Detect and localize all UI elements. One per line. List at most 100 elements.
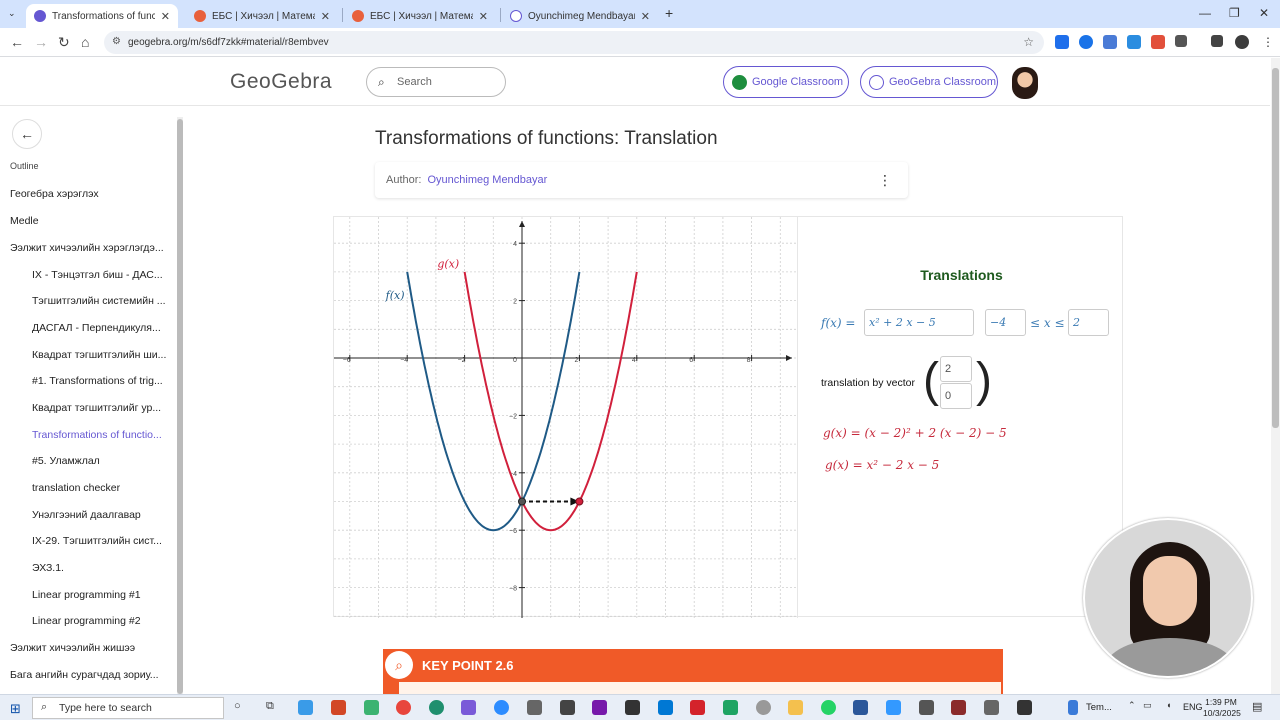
app-icon[interactable]: [527, 700, 542, 715]
windows-start-icon[interactable]: ⊞: [10, 701, 21, 717]
download-icon[interactable]: [1211, 35, 1223, 47]
minimize-button[interactable]: —: [1199, 6, 1211, 20]
extension-icon[interactable]: [1151, 35, 1165, 49]
tab-resources[interactable]: Oyunchimeg Mendbayar – Reso ✕: [502, 4, 658, 28]
google-classroom-button[interactable]: Google Classroom: [723, 66, 849, 98]
onenote-icon[interactable]: [592, 700, 607, 715]
extension-icon[interactable]: [1079, 35, 1093, 49]
tab-search-button[interactable]: ⌄: [8, 8, 16, 19]
more-options-icon[interactable]: ⋮: [878, 172, 892, 189]
domain-min-input[interactable]: −4: [985, 309, 1026, 336]
site-info-icon[interactable]: ⚙: [112, 36, 121, 47]
close-window-button[interactable]: ✕: [1259, 6, 1269, 20]
extension-icon[interactable]: [1127, 35, 1141, 49]
settings-icon[interactable]: [756, 700, 771, 715]
bookmark-star-icon[interactable]: ☆: [1023, 35, 1034, 49]
app-icon[interactable]: [886, 700, 901, 715]
edge-icon[interactable]: [429, 700, 444, 715]
outlook-icon[interactable]: [658, 700, 673, 715]
point-a[interactable]: [518, 497, 526, 506]
tab-ebs-1[interactable]: ЕБС | Хичээл | Математик 10 | ✕: [186, 4, 338, 28]
app-icon[interactable]: [919, 700, 934, 715]
search-input[interactable]: ⌕ Search: [366, 67, 506, 97]
page-scrollbar-thumb[interactable]: [1272, 68, 1279, 428]
author-link[interactable]: Oyunchimeg Mendbayar: [427, 174, 547, 186]
task-view-icon[interactable]: ⧉: [266, 700, 274, 713]
geogebra-classroom-button[interactable]: GeoGebra Classroom: [860, 66, 998, 98]
chrome-icon[interactable]: [396, 700, 411, 715]
close-tab-icon[interactable]: ✕: [641, 10, 650, 23]
sidebar-item[interactable]: #5. Уламжлал: [32, 455, 168, 473]
sidebar-scrollbar-thumb[interactable]: [177, 119, 183, 694]
sidebar-item[interactable]: Medle: [10, 215, 168, 233]
close-tab-icon[interactable]: ✕: [321, 10, 330, 23]
sidebar-item[interactable]: Ээлжит хичээлийн хэрэглэгдэ...: [10, 242, 168, 260]
file-explorer-icon[interactable]: [788, 700, 803, 715]
sidebar-item[interactable]: #1. Transformations of trig...: [32, 375, 168, 393]
app-icon[interactable]: [625, 700, 640, 715]
sidebar-item[interactable]: Геогебра хэрэглэх: [10, 188, 168, 206]
domain-max-input[interactable]: 2: [1068, 309, 1109, 336]
sidebar-item[interactable]: IX - Тэнцэтгэл биш - ДАС...: [32, 269, 168, 287]
tab-geogebra[interactable]: Transformations of functions: T ✕: [26, 4, 178, 28]
camera-icon[interactable]: [984, 700, 999, 715]
sidebar-item[interactable]: Тэгшитгэлийн системийн ...: [32, 295, 168, 313]
app-icon[interactable]: [461, 700, 476, 715]
new-tab-button[interactable]: +: [665, 5, 673, 21]
close-tab-icon[interactable]: ✕: [479, 10, 488, 23]
vector-y-input[interactable]: 0: [940, 383, 972, 409]
sidebar-item[interactable]: Квадрат тэгшитгэлийн ши...: [32, 349, 168, 367]
profile-avatar[interactable]: [1235, 35, 1249, 49]
calculator-icon[interactable]: [560, 700, 575, 715]
clock[interactable]: 1:39 PM 10/3/2025: [1203, 697, 1241, 719]
browser-menu-icon[interactable]: ⋮: [1262, 35, 1274, 49]
forward-arrow-icon[interactable]: →: [34, 34, 48, 50]
vector-x-input[interactable]: 2: [940, 356, 972, 382]
url-field[interactable]: ⚙ geogebra.org/m/s6df7zkk#material/r8emb…: [104, 31, 1044, 54]
close-tab-icon[interactable]: ✕: [161, 10, 170, 23]
restore-button[interactable]: ❐: [1229, 6, 1240, 20]
sidebar-item[interactable]: Бага ангийн сурагчдад зориу...: [10, 669, 168, 687]
sidebar-item[interactable]: Linear programming #2: [32, 615, 168, 633]
tab-ebs-2[interactable]: ЕБС | Хичээл | Математик 10 | ✕: [344, 4, 496, 28]
network-icon[interactable]: ▭: [1143, 700, 1152, 711]
acrobat-icon[interactable]: [690, 700, 705, 715]
app-icon[interactable]: [951, 700, 966, 715]
weather-label[interactable]: Tem...: [1086, 702, 1112, 713]
sidebar-item[interactable]: Унэлгээний даалгавар: [32, 509, 168, 527]
volume-icon[interactable]: ◖: [1166, 700, 1171, 710]
geogebra-logo[interactable]: GeoGebra: [230, 70, 332, 94]
app-icon[interactable]: [364, 700, 379, 715]
sidebar-item[interactable]: Linear programming #1: [32, 589, 168, 607]
tray-chevron-icon[interactable]: ⌃: [1128, 700, 1136, 711]
word-icon[interactable]: [853, 700, 868, 715]
app-icon[interactable]: [1017, 700, 1032, 715]
extension-icon[interactable]: [1103, 35, 1117, 49]
f-expression-input[interactable]: x² + 2 x − 5: [864, 309, 974, 336]
sidebar-item[interactable]: Transformations of functio...: [32, 429, 168, 447]
app-icon[interactable]: [723, 700, 738, 715]
notifications-icon[interactable]: ▤: [1252, 700, 1262, 713]
sidebar-item[interactable]: IX-29. Тэгшитгэлийн сист...: [32, 535, 168, 553]
point-b[interactable]: [575, 497, 584, 506]
sidebar-item[interactable]: Ээлжит хичээлийн жишээ: [10, 642, 168, 660]
powerpoint-icon[interactable]: [331, 700, 346, 715]
sidebar-item[interactable]: Квадрат тэгшитгэлийг ур...: [32, 402, 168, 420]
zoom-icon[interactable]: [494, 700, 509, 715]
taskbar-search-input[interactable]: ⌕ Type here to search: [32, 697, 224, 719]
copilot-icon[interactable]: [298, 700, 313, 715]
home-icon[interactable]: ⌂: [81, 34, 89, 50]
extension-icon[interactable]: [1055, 35, 1069, 49]
geogebra-applet[interactable]: −6 −4 −2 0 2 4 6 8 4 2 −2 −4 −6 −8 f(x) g(x) Translatio…: [333, 216, 1123, 618]
back-button[interactable]: ←: [12, 119, 42, 149]
sidebar-item[interactable]: ДАСГАЛ - Перпендикуля...: [32, 322, 168, 340]
whatsapp-icon[interactable]: [821, 700, 836, 715]
back-arrow-icon[interactable]: ←: [10, 34, 24, 50]
cortana-icon[interactable]: ○: [234, 700, 241, 712]
graph-view[interactable]: −6 −4 −2 0 2 4 6 842−2−4−6−8f(x)g(x): [334, 217, 796, 618]
sidebar-item[interactable]: translation checker: [32, 482, 168, 500]
reload-icon[interactable]: ↻: [58, 34, 70, 51]
sidebar-item[interactable]: ЭХЗ.1.: [32, 562, 168, 580]
user-avatar[interactable]: [1012, 67, 1038, 99]
extensions-puzzle-icon[interactable]: [1175, 35, 1187, 47]
